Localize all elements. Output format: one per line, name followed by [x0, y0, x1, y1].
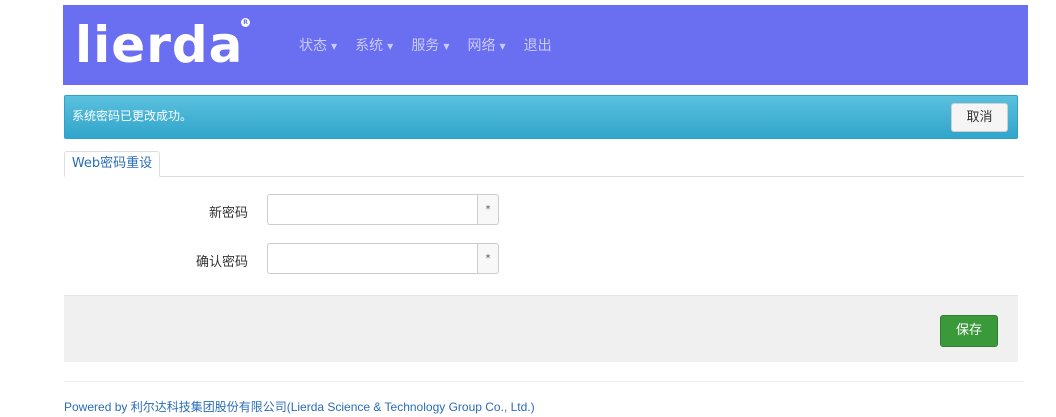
new-password-input[interactable] — [267, 194, 477, 225]
menu-item-network-label: 网络 — [467, 38, 496, 54]
menu-item-services-label: 服务 — [411, 38, 440, 54]
cancel-button[interactable]: 取消 — [951, 103, 1008, 132]
registered-mark-icon: R — [241, 18, 250, 27]
top-navbar: lierda R 状态 ▼ 系统 ▼ 服务 ▼ 网络 ▼ 退出 — [63, 5, 1028, 85]
success-alert: 系统密码已更改成功。 取消 — [64, 95, 1018, 139]
save-button[interactable]: 保存 — [940, 315, 998, 347]
new-password-group: * — [267, 194, 499, 225]
footer-divider — [64, 381, 1024, 382]
form-actions-bar: 保存 — [64, 295, 1018, 362]
required-asterisk-icon: * — [477, 194, 499, 225]
menu-item-logout[interactable]: 退出 — [524, 35, 552, 55]
menu-item-system[interactable]: 系统 ▼ — [355, 35, 393, 55]
new-password-label: 新密码 — [208, 206, 248, 221]
chevron-down-icon: ▼ — [499, 41, 506, 51]
menu-item-logout-label: 退出 — [523, 38, 552, 54]
confirm-password-label: 确认密码 — [195, 255, 248, 270]
confirm-password-row: 确认密码 * — [64, 243, 1024, 275]
menu-item-services[interactable]: 服务 ▼ — [411, 35, 449, 55]
chevron-down-icon: ▼ — [443, 41, 450, 51]
menu-item-status[interactable]: 状态 ▼ — [299, 35, 337, 55]
menu-item-system-label: 系统 — [355, 38, 384, 54]
powered-by-link[interactable]: Powered by 利尔达科技集团股份有限公司(Lierda Science … — [64, 398, 535, 415]
new-password-row: 新密码 * — [64, 194, 1024, 226]
menu-item-status-label: 状态 — [299, 38, 327, 54]
chevron-down-icon: ▼ — [387, 41, 394, 51]
alert-message: 系统密码已更改成功。 — [72, 109, 193, 123]
menu-item-network[interactable]: 网络 ▼ — [467, 35, 505, 55]
confirm-password-group: * — [267, 243, 499, 274]
main-menu: 状态 ▼ 系统 ▼ 服务 ▼ 网络 ▼ 退出 — [299, 5, 570, 85]
tabs-divider — [64, 176, 1024, 177]
required-asterisk-icon: * — [477, 243, 499, 274]
confirm-password-input[interactable] — [267, 243, 477, 274]
lierda-logo[interactable]: lierda — [75, 5, 243, 85]
chevron-down-icon: ▼ — [331, 41, 338, 51]
tab-web-password-reset[interactable]: Web密码重设 — [64, 151, 160, 177]
